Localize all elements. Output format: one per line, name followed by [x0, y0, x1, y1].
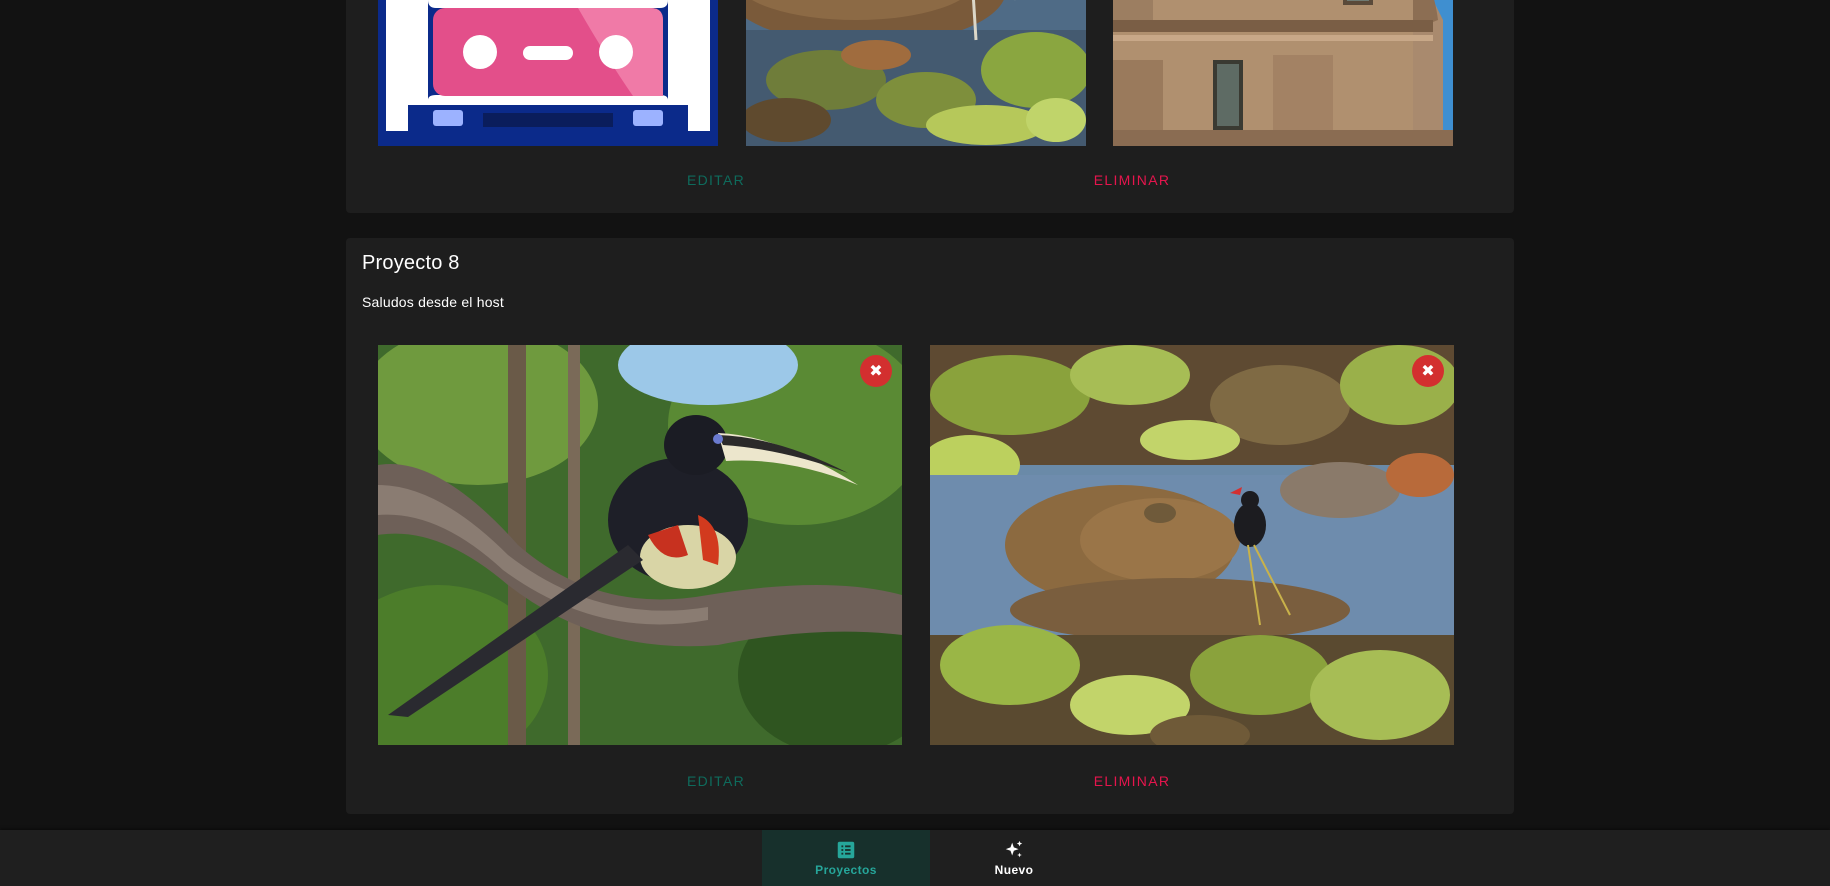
project-image-cassette	[378, 0, 718, 146]
project-image-bird: ✖	[378, 345, 902, 745]
project-card: EDITAR ELIMINAR	[346, 0, 1514, 213]
nav-item-new[interactable]: Nuevo	[930, 830, 1098, 886]
edit-button[interactable]: EDITAR	[646, 162, 786, 198]
nav-item-label: Proyectos	[815, 863, 877, 877]
project-title: Proyecto 8	[362, 252, 460, 274]
remove-image-button[interactable]: ✖	[1412, 355, 1444, 387]
sparkles-icon	[1005, 840, 1023, 858]
project-image-capybara: ✖	[930, 345, 1454, 745]
delete-button[interactable]: ELIMINAR	[1062, 162, 1202, 198]
projects-list[interactable]: EDITAR ELIMINAR Proyecto 8 Saludos desde…	[0, 0, 1830, 830]
remove-image-button[interactable]: ✖	[860, 355, 892, 387]
project-description: Saludos desde el host	[362, 294, 504, 310]
nav-item-label: Nuevo	[994, 863, 1034, 877]
list-box-icon	[837, 841, 855, 859]
delete-button[interactable]: ELIMINAR	[1062, 763, 1202, 799]
project-card: Proyecto 8 Saludos desde el host ✖ ✖ EDI…	[346, 238, 1514, 814]
edit-button[interactable]: EDITAR	[646, 763, 786, 799]
bottom-navigation: Proyectos Nuevo	[0, 830, 1830, 886]
nav-item-projects[interactable]: Proyectos	[762, 830, 930, 886]
project-image-building	[1113, 0, 1453, 146]
project-image-capybara	[746, 0, 1086, 146]
